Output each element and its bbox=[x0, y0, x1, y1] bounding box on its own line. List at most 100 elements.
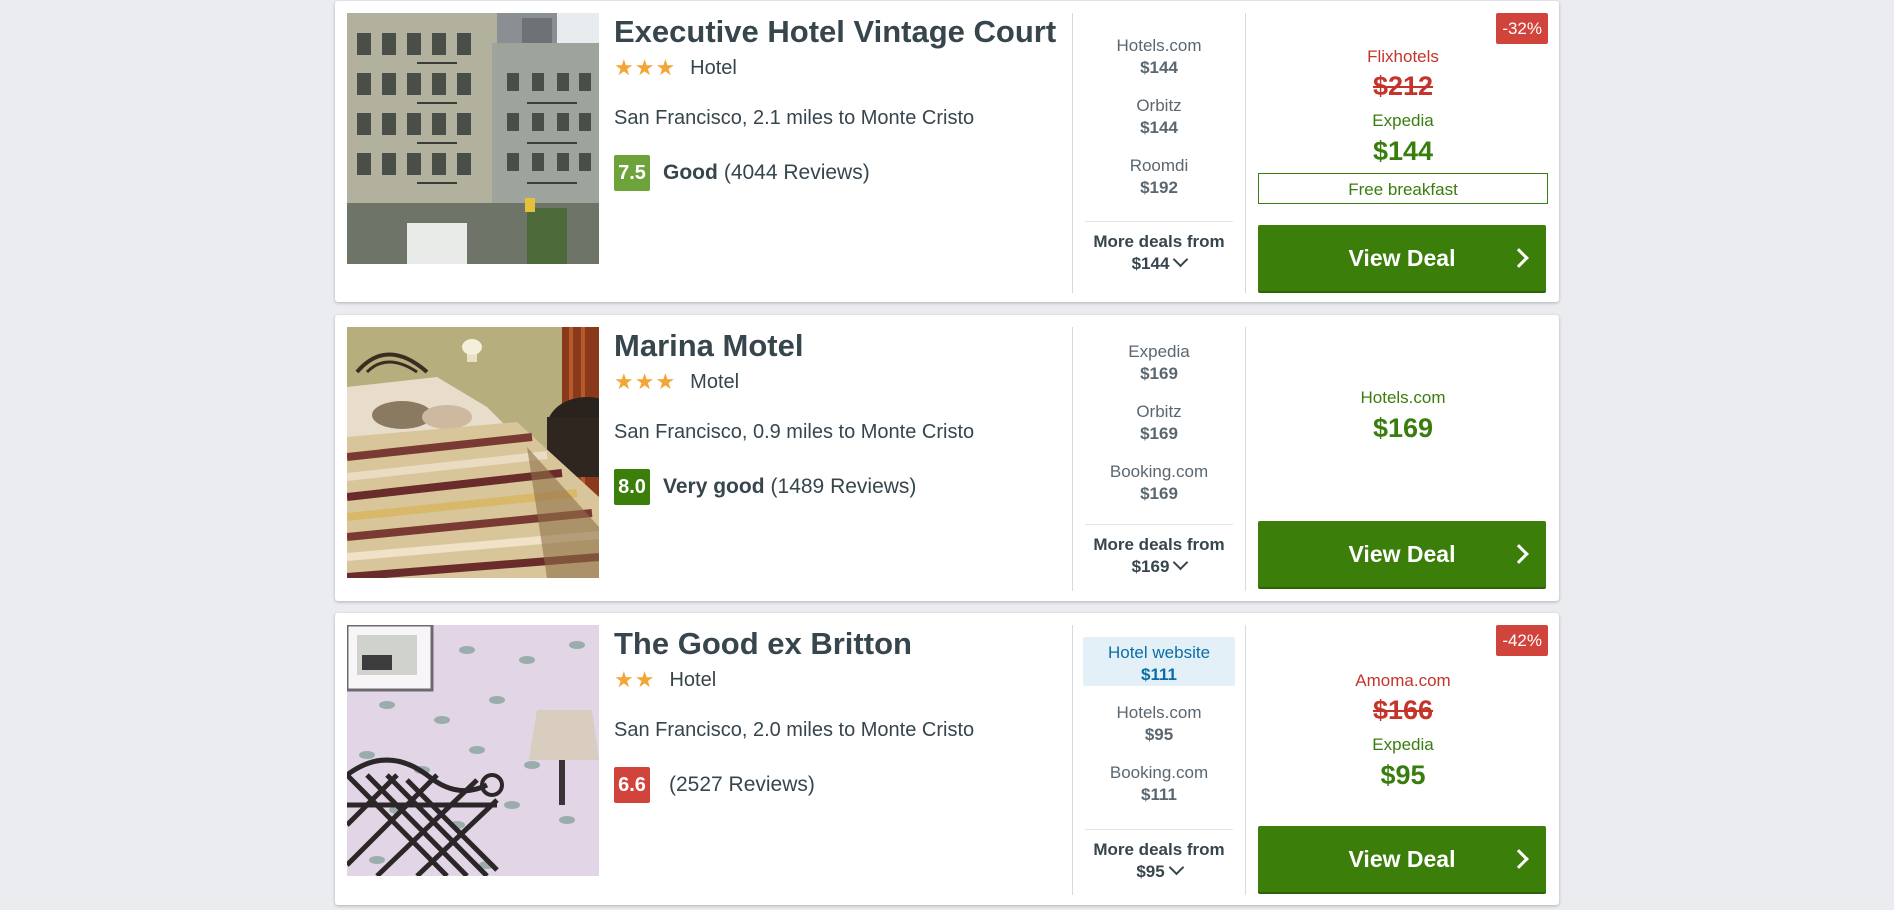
review-count: (2527 Reviews) bbox=[669, 773, 815, 796]
chevron-right-icon bbox=[1509, 544, 1529, 564]
more-deals-label: More deals from bbox=[1093, 840, 1225, 859]
more-deals-label: More deals from bbox=[1093, 232, 1225, 251]
deal-price: $169 bbox=[1140, 484, 1178, 503]
rating-row[interactable]: 8.0 Very good (1489 Reviews) bbox=[614, 469, 1054, 505]
deal-item[interactable]: Hotels.com $144 bbox=[1083, 30, 1235, 79]
stars-row: ★★★ Hotel bbox=[614, 53, 1054, 83]
view-deal-label: View Deal bbox=[1348, 846, 1456, 872]
rating-row[interactable]: 6.6 (2527 Reviews) bbox=[614, 767, 1054, 803]
star-rating-icon: ★★★ bbox=[614, 55, 677, 80]
deal-item[interactable]: Booking.com $169 bbox=[1083, 456, 1235, 505]
best-deal: -32% Flixhotels $212 Expedia $144 Free b… bbox=[1258, 13, 1548, 293]
rating-label: Very good bbox=[663, 475, 765, 498]
review-score: 7.5 bbox=[614, 155, 650, 191]
deal-provider: Booking.com bbox=[1109, 763, 1209, 782]
deal-item-highlighted[interactable]: Hotel website $111 bbox=[1083, 637, 1235, 686]
best-provider: Expedia bbox=[1372, 735, 1434, 754]
deal-provider: Booking.com bbox=[1109, 462, 1209, 481]
more-deals-price: $169 bbox=[1131, 557, 1170, 576]
hotel-name[interactable]: The Good ex Britton bbox=[614, 625, 1054, 663]
deal-price: $144 bbox=[1140, 58, 1178, 77]
hotel-photo-image bbox=[347, 13, 599, 264]
deal-item[interactable]: Orbitz $144 bbox=[1083, 90, 1235, 139]
deal-item[interactable]: Expedia $169 bbox=[1083, 336, 1235, 385]
deal-provider: Hotels.com bbox=[1116, 36, 1202, 55]
original-provider: Amoma.com bbox=[1355, 671, 1451, 690]
star-rating-icon: ★★★ bbox=[614, 369, 677, 394]
hotel-card: The Good ex Britton ★★ Hotel San Francis… bbox=[335, 613, 1559, 905]
deal-price: $169 bbox=[1140, 364, 1178, 383]
review-count: (1489 Reviews) bbox=[770, 475, 917, 498]
original-provider: Flixhotels bbox=[1367, 47, 1439, 66]
hotel-photo[interactable] bbox=[347, 13, 599, 264]
hotel-name[interactable]: Executive Hotel Vintage Court bbox=[614, 13, 1056, 51]
discount-badge: -32% bbox=[1496, 13, 1548, 44]
hotel-info: The Good ex Britton ★★ Hotel San Francis… bbox=[614, 625, 1054, 803]
more-deals-button[interactable]: More deals from $95 bbox=[1085, 829, 1233, 883]
deal-provider: Expedia bbox=[1128, 342, 1190, 361]
original-price: $166 bbox=[1372, 695, 1434, 725]
original-price: $212 bbox=[1372, 71, 1434, 101]
view-deal-label: View Deal bbox=[1348, 245, 1456, 271]
best-provider: Hotels.com bbox=[1360, 388, 1446, 407]
more-deals-price: $95 bbox=[1136, 862, 1165, 881]
rating-label: Good bbox=[663, 161, 718, 184]
deal-price: $111 bbox=[1141, 665, 1177, 684]
deal-price: $144 bbox=[1140, 118, 1178, 137]
stars-row: ★★ Hotel bbox=[614, 665, 1054, 695]
more-deals-label: More deals from bbox=[1093, 535, 1225, 554]
hotel-card: Executive Hotel Vintage Court ★★★ Hotel … bbox=[335, 1, 1559, 302]
deal-list: Expedia $169 Orbitz $169 Booking.com $16… bbox=[1072, 327, 1246, 591]
hotel-location: San Francisco, 2.1 miles to Monte Cristo bbox=[614, 107, 975, 129]
chevron-down-icon bbox=[1173, 554, 1189, 571]
view-deal-button[interactable]: View Deal bbox=[1258, 826, 1546, 892]
hotel-photo-image bbox=[347, 625, 599, 876]
more-deals-button[interactable]: More deals from $144 bbox=[1085, 221, 1233, 275]
best-price: $95 bbox=[1380, 760, 1426, 790]
deal-item[interactable]: Hotels.com $95 bbox=[1083, 697, 1235, 746]
chevron-down-icon bbox=[1168, 859, 1184, 876]
hotel-photo[interactable] bbox=[347, 625, 599, 876]
deal-price: $169 bbox=[1140, 424, 1178, 443]
deal-price: $95 bbox=[1144, 725, 1174, 744]
deal-item[interactable]: Roomdi $192 bbox=[1083, 150, 1235, 199]
best-deal: Hotels.com $169 View Deal bbox=[1258, 327, 1548, 591]
deal-provider: Orbitz bbox=[1136, 402, 1182, 421]
hotel-photo[interactable] bbox=[347, 327, 599, 578]
view-deal-button[interactable]: View Deal bbox=[1258, 521, 1546, 587]
star-rating-icon: ★★ bbox=[614, 667, 656, 692]
deal-price: $192 bbox=[1140, 178, 1178, 197]
chevron-right-icon bbox=[1509, 248, 1529, 268]
accommodation-type: Hotel bbox=[669, 668, 717, 691]
hotel-name[interactable]: Marina Motel bbox=[614, 327, 1054, 365]
free-breakfast-badge: Free breakfast bbox=[1258, 173, 1548, 204]
deal-list: Hotels.com $144 Orbitz $144 Roomdi $192 … bbox=[1072, 13, 1246, 293]
hotel-info: Executive Hotel Vintage Court ★★★ Hotel … bbox=[614, 13, 1056, 191]
deal-price: $111 bbox=[1141, 785, 1177, 804]
deal-provider: Orbitz bbox=[1136, 96, 1182, 115]
best-deal: -42% Amoma.com $166 Expedia $95 View Dea… bbox=[1258, 625, 1548, 895]
hotel-info: Marina Motel ★★★ Motel San Francisco, 0.… bbox=[614, 327, 1054, 505]
hotel-card: Marina Motel ★★★ Motel San Francisco, 0.… bbox=[335, 315, 1559, 601]
hotel-photo-image bbox=[347, 327, 599, 578]
deal-item[interactable]: Orbitz $169 bbox=[1083, 396, 1235, 445]
more-deals-price: $144 bbox=[1131, 254, 1170, 273]
view-deal-label: View Deal bbox=[1348, 541, 1456, 567]
deal-provider: Hotels.com bbox=[1116, 703, 1202, 722]
hotel-location: San Francisco, 0.9 miles to Monte Cristo bbox=[614, 421, 975, 443]
stars-row: ★★★ Motel bbox=[614, 367, 1054, 397]
chevron-right-icon bbox=[1509, 849, 1529, 869]
review-score: 8.0 bbox=[614, 469, 650, 505]
rating-row[interactable]: 7.5 Good (4044 Reviews) bbox=[614, 155, 1054, 191]
best-price: $169 bbox=[1372, 413, 1434, 443]
chevron-down-icon bbox=[1173, 251, 1189, 268]
deal-item[interactable]: Booking.com $111 bbox=[1083, 757, 1235, 806]
discount-badge: -42% bbox=[1496, 625, 1548, 656]
review-count: (4044 Reviews) bbox=[723, 161, 870, 184]
view-deal-button[interactable]: View Deal bbox=[1258, 225, 1546, 291]
deal-list: Hotel website $111 Hotels.com $95 Bookin… bbox=[1072, 625, 1246, 895]
deal-provider: Roomdi bbox=[1129, 156, 1189, 175]
more-deals-button[interactable]: More deals from $169 bbox=[1085, 524, 1233, 578]
best-price: $144 bbox=[1372, 136, 1434, 166]
deal-provider: Hotel website bbox=[1107, 643, 1211, 662]
